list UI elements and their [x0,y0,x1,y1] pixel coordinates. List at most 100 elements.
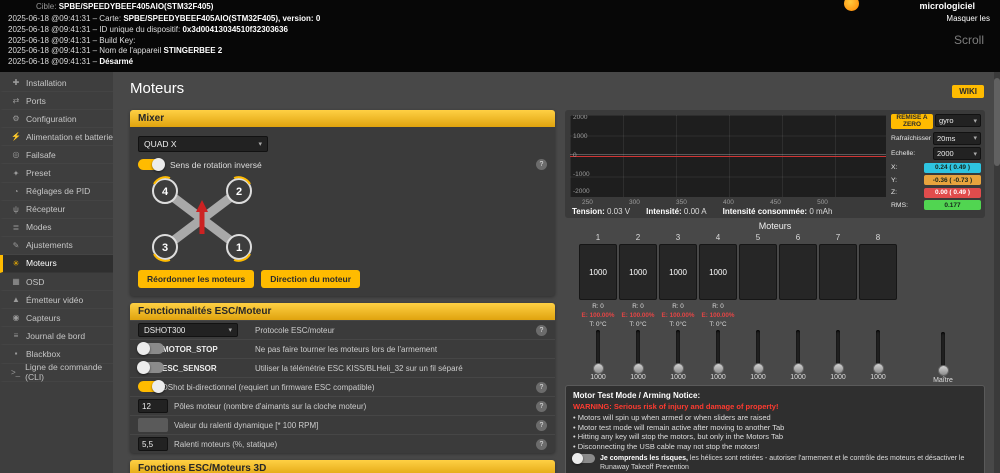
page-title: Moteurs [130,80,184,97]
motor-column-3: 31000R: 0E: 100.00%T: 0°C [658,233,698,330]
motor-icon: ✳ [11,259,21,268]
reversed-motor-direction-toggle[interactable] [138,159,164,170]
motors-title: Moteurs [565,221,985,231]
gyro-z-badge: 0.00 ( 0.49 ) [924,188,981,198]
motor-4-number: 4 [162,186,169,198]
help-icon[interactable]: ? [536,420,547,431]
motor-8-slider[interactable] [858,330,898,374]
sidebar-item-receiver[interactable]: ψRécepteur [0,201,113,219]
sidebar-item-motors[interactable]: ✳Moteurs [0,255,113,273]
motor-columns: 11000R: 0E: 100.00%T: 0°C 21000R: 0E: 10… [578,233,985,330]
motor-1-slider[interactable] [578,330,618,374]
esc-protocol-select[interactable]: DSHOT300▾ [138,323,238,337]
mixer-section-header: Mixer [130,110,555,127]
chevron-down-icon: ▾ [228,326,232,334]
master-slider[interactable] [923,332,963,376]
motor-1-value-box: 1000 [579,244,617,300]
sidebar-item-pid-tuning[interactable]: ◔Réglages de PID [0,183,113,201]
sidebar-item-installation[interactable]: ✚Installation [0,74,113,92]
zero-reset-button[interactable]: REMISE A ZERO [891,114,933,129]
sidebar-item-sensors[interactable]: ◉Capteurs [0,309,113,327]
slider-handle[interactable] [633,363,644,374]
y-axis-tick: -1000 [573,171,590,178]
ports-icon: ⇄ [11,96,21,105]
slider-handle[interactable] [753,363,764,374]
motor-3-value-box: 1000 [659,244,697,300]
chevron-down-icon: ▾ [973,150,977,158]
slider-handle[interactable] [793,363,804,374]
target-value: SPBE/SPEEDYBEEF405AIO(STM32F405) [59,2,214,11]
sensor-icon: ◉ [11,313,21,322]
help-icon[interactable]: ? [536,439,547,450]
help-icon[interactable]: ? [536,325,547,336]
log-lines: 2025-06-18 @09:41:31 – Carte: SPBE/SPEED… [8,14,320,68]
help-icon[interactable]: ? [536,382,547,393]
sidebar-item-presets[interactable]: ✦Preset [0,164,113,182]
failsafe-icon: ◎ [11,150,21,159]
hide-logs-link[interactable]: Masquer les [946,14,990,23]
osd-icon: ▦ [11,277,21,286]
sidebar-item-cli[interactable]: >_Ligne de commande (CLI) [0,364,113,382]
motor-poles-input[interactable] [138,399,168,413]
agree-row: Je comprends les risques, les hélices so… [573,454,977,472]
bidirectional-dshot-toggle[interactable] [138,381,164,392]
betaflight-configurator-window: Cible: SPBE/SPEEDYBEEF405AIO(STM32F405) … [0,0,1000,473]
firmware-tab-label[interactable]: micrologiciel [919,1,975,11]
graph-source-select[interactable]: gyro▾ [935,114,981,127]
motor-sliders [578,330,898,374]
sidebar-item-configuration[interactable]: ⚙Configuration [0,110,113,128]
sidebar-item-blackbox[interactable]: ▪Blackbox [0,345,113,363]
motor-3-number: 3 [162,242,168,254]
motor-6-slider[interactable] [778,330,818,374]
motor-4-slider[interactable] [698,330,738,374]
motor-2-slider[interactable] [618,330,658,374]
sidebar-item-adjustments[interactable]: ✎Ajustements [0,237,113,255]
motors-area: Moteurs 11000R: 0E: 100.00%T: 0°C 21000R… [565,221,985,381]
gear-icon: ⚙ [11,114,21,123]
refresh-rate-select[interactable]: 20ms▾ [933,132,981,145]
scrollbar-thumb[interactable] [994,78,1000,166]
esc-3d-section: Fonctions ESC/Moteurs 3D 3D Mode 3D (néc… [130,460,555,473]
slider-handle[interactable] [833,363,844,374]
help-icon[interactable]: ? [536,401,547,412]
motor-column-8: 8 [858,233,898,330]
sidebar-item-logging[interactable]: ≡Journal de bord [0,327,113,345]
mixer-type-select[interactable]: QUAD X▾ [138,136,268,152]
sidebar-item-modes[interactable]: ≣Modes [0,219,113,237]
sidebar-item-ports[interactable]: ⇄Ports [0,92,113,110]
motor-5-slider[interactable] [738,330,778,374]
chevron-down-icon: ▾ [973,117,977,125]
static-idle-input[interactable] [138,437,168,451]
slider-handle[interactable] [873,363,884,374]
arming-notice: Motor Test Mode / Arming Notice: WARNING… [565,385,985,473]
motor-direction-button[interactable]: Direction du moteur [261,270,360,288]
esc-sensor-toggle[interactable] [138,362,164,373]
agree-risks-toggle[interactable] [573,454,595,463]
motor-stop-toggle[interactable] [138,343,164,354]
sidebar-item-failsafe[interactable]: ◎Failsafe [0,146,113,164]
slider-handle[interactable] [938,365,949,376]
telemetry-trace [570,154,886,155]
scale-select[interactable]: 2000▾ [933,147,981,160]
slider-handle[interactable] [713,363,724,374]
help-icon[interactable]: ? [536,159,547,170]
agree-risks-label: Je comprends les risques, les hélices so… [600,454,977,472]
y-axis-tick: 2000 [573,115,587,121]
esc-protocol-row: DSHOT300▾ Protocole ESC/moteur ? [130,320,555,339]
log-scroll-label[interactable]: Scroll [954,33,984,47]
motor-7-slider[interactable] [818,330,858,374]
page-scrollbar[interactable] [994,72,1000,473]
sidebar-item-power-battery[interactable]: ⚡Alimentation et batterie [0,128,113,146]
motor-column-6: 6 [778,233,818,330]
sidebar-item-osd[interactable]: ▦OSD [0,273,113,291]
reorder-motors-button[interactable]: Réordonner les moteurs [138,270,254,288]
esc-sensor-row: ESC_SENSOR Utiliser la télémétrie ESC KI… [130,358,555,377]
mixer-diagram: 4 2 3 1 [140,174,264,266]
slider-handle[interactable] [673,363,684,374]
sidebar-item-video-transmitter[interactable]: ▲Émetteur vidéo [0,291,113,309]
notice-warning: WARNING: Serious risk of injury and dama… [573,402,977,411]
motor-3-slider[interactable] [658,330,698,374]
slider-handle[interactable] [593,363,604,374]
wiki-button[interactable]: WIKI [952,85,984,98]
notice-title: Motor Test Mode / Arming Notice: [573,391,977,400]
